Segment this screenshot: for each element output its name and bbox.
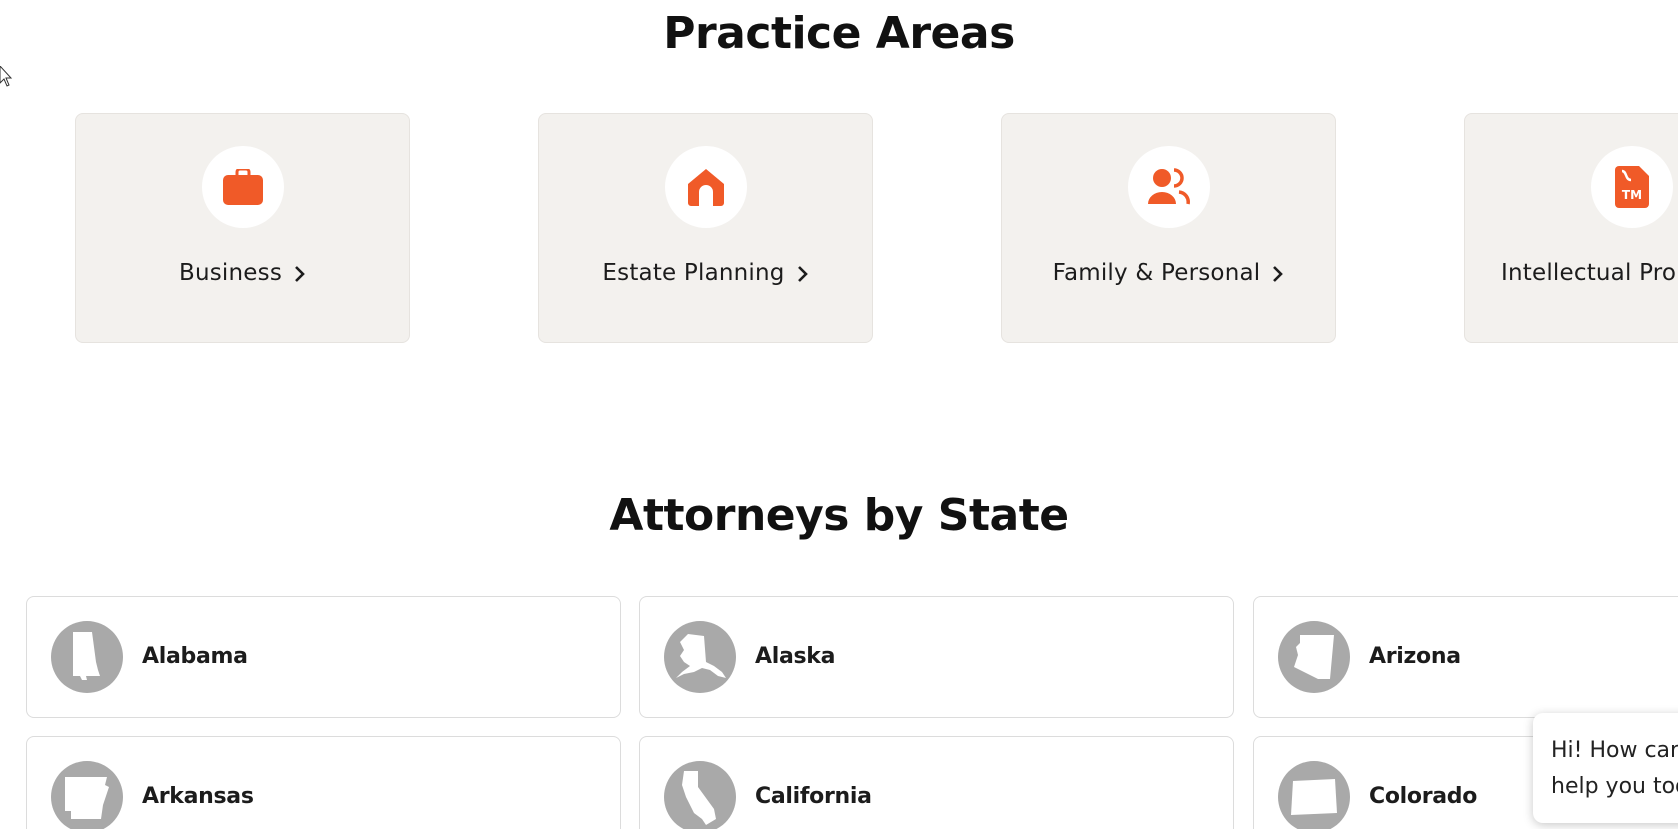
chevron-right-icon [295,265,305,282]
state-name: Alabama [142,644,248,669]
trademark-icon: TM [1614,166,1649,208]
state-card-alaska[interactable]: Alaska [639,596,1234,718]
icon-circle [1127,146,1210,228]
chat-greeting-line-1: Hi! How can I [1551,738,1678,763]
california-map-icon [682,771,716,825]
state-card-alabama[interactable]: Alabama [26,596,621,718]
chat-greeting-line-2: help you today? [1551,774,1678,799]
icon-circle [201,146,284,228]
card-label-row: Intellectual Property [1465,260,1678,286]
state-card-arkansas[interactable]: Arkansas [26,736,621,829]
practice-card-family-personal[interactable]: Family & Personal [1001,113,1336,343]
mouse-cursor-icon [0,66,13,87]
attorneys-by-state-title: Attorneys by State [609,490,1069,541]
state-icon-circle [51,621,123,693]
practice-areas-title: Practice Areas [663,8,1015,59]
icon-circle [664,146,747,228]
people-icon [1147,168,1190,205]
state-icon-circle [1278,621,1350,693]
state-icon-circle [51,761,123,829]
state-name: Colorado [1369,784,1478,809]
card-label: Estate Planning [602,260,785,286]
state-name: Arkansas [142,784,254,809]
arizona-map-icon [1294,635,1334,679]
card-label: Intellectual Property [1500,260,1678,286]
house-icon [687,169,724,206]
card-label: Business [178,260,283,286]
state-card-california[interactable]: California [639,736,1234,829]
alabama-map-icon [73,632,100,680]
colorado-map-icon [1291,779,1337,815]
briefcase-icon [222,169,263,205]
card-label-row: Business [76,260,409,286]
state-name: California [755,784,872,809]
chevron-right-icon [1273,265,1284,282]
practice-card-business[interactable]: Business [75,113,410,343]
arkansas-map-icon [65,777,109,819]
chat-greeting-bubble[interactable]: Hi! How can I help you today? [1533,713,1678,823]
alaska-map-icon [676,634,726,678]
chevron-right-icon [797,265,808,282]
card-label-row: Estate Planning [539,260,872,286]
card-label-row: Family & Personal [1002,260,1335,286]
state-name: Arizona [1369,644,1461,669]
state-icon-circle [1278,761,1350,829]
page: Practice Areas Business Estate Planning [0,0,1678,829]
practice-card-intellectual-property[interactable]: TM Intellectual Property [1464,113,1678,343]
state-icon-circle [664,761,736,829]
icon-circle: TM [1590,146,1673,228]
card-label: Family & Personal [1052,260,1261,286]
state-name: Alaska [755,644,836,669]
state-icon-circle [664,621,736,693]
practice-card-estate-planning[interactable]: Estate Planning [538,113,873,343]
svg-text:TM: TM [1621,188,1641,202]
state-card-arizona[interactable]: Arizona [1253,596,1678,718]
